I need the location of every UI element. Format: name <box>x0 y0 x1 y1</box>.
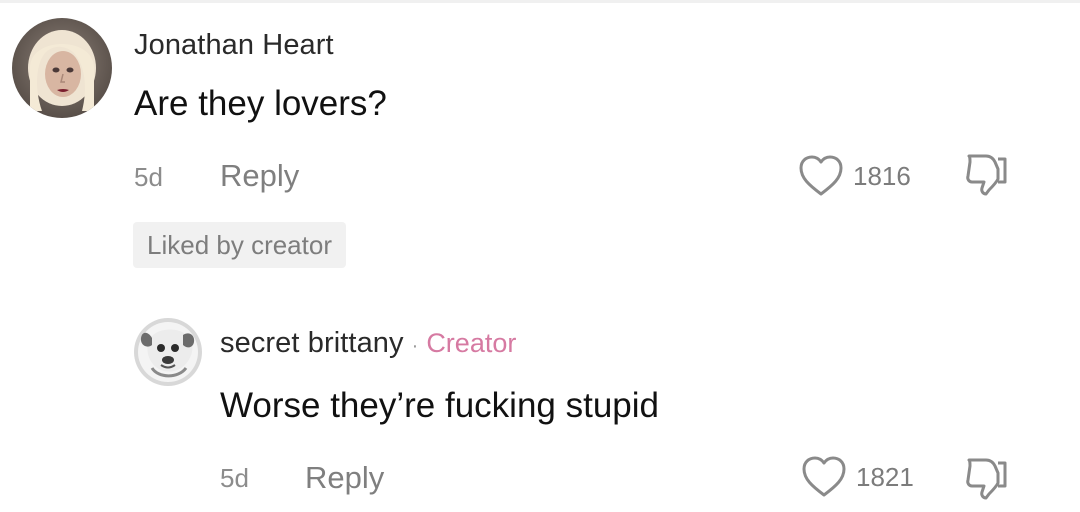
liked-by-creator-badge: Liked by creator <box>133 222 346 268</box>
comment-like-count: 1816 <box>853 160 911 191</box>
thumbs-down-outline-icon <box>966 154 1007 196</box>
comment-time: 5d <box>134 162 163 192</box>
heart-outline-icon <box>799 155 843 196</box>
username-separator: · <box>411 335 419 357</box>
reply-text: Worse they’re fucking stupid <box>220 386 660 425</box>
reply-like-button[interactable]: 1821 <box>800 455 914 499</box>
comment-text: Are they lovers? <box>134 84 387 123</box>
blonde-person-avatar-icon <box>12 18 112 118</box>
dog-avatar-icon <box>134 318 202 386</box>
jonathan-heart-avatar[interactable] <box>12 18 112 118</box>
comment-like-button[interactable]: 1816 <box>797 154 911 198</box>
comment-username[interactable]: Jonathan Heart <box>134 29 334 62</box>
creator-label: Creator <box>426 328 517 358</box>
comment-dislike-button[interactable] <box>962 151 1012 202</box>
reply-dislike-button[interactable] <box>962 455 1012 506</box>
thumbs-down-outline-icon <box>966 458 1007 500</box>
reply-like-count: 1821 <box>856 461 914 492</box>
reply-header: secret brittany · Creator <box>220 327 516 360</box>
comments-thread: Jonathan Heart Are they lovers? 5d Reply… <box>0 0 1080 512</box>
secret-brittany-avatar[interactable] <box>134 318 202 386</box>
comment-reply-button[interactable]: Reply <box>220 158 299 194</box>
heart-outline-icon <box>802 456 846 497</box>
reply-reply-button[interactable]: Reply <box>305 460 384 496</box>
reply-time: 5d <box>220 463 249 493</box>
reply-username[interactable]: secret brittany <box>220 327 404 360</box>
top-edge-divider <box>0 0 1080 3</box>
